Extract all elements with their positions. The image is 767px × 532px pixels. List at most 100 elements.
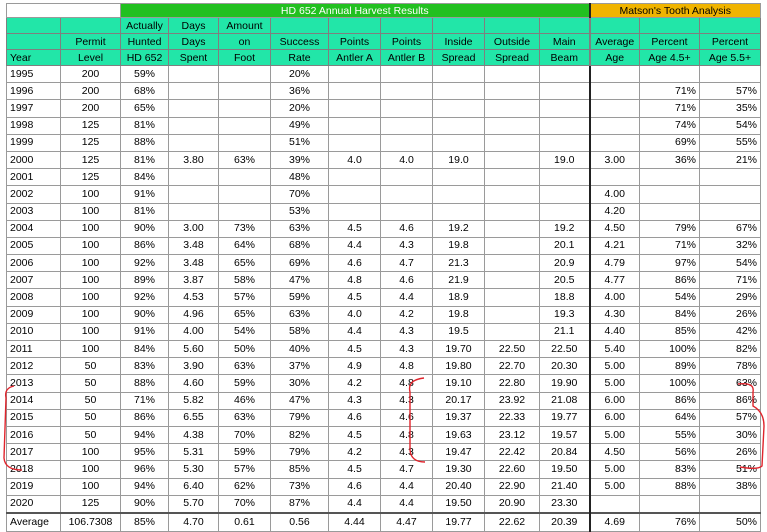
column-header-9-line-0 (484, 17, 540, 34)
cell-r3-c8 (432, 116, 485, 135)
cell-r16-c5: 40% (270, 339, 329, 359)
column-header-2-line-2: HD 652 (120, 49, 169, 66)
cell-r2-c6 (328, 99, 381, 118)
cell-r9-c10: 19.2 (539, 219, 590, 238)
column-header-11-line-2: Age (588, 49, 640, 66)
column-header-7-line-1: Points (380, 33, 433, 50)
cell-r10-c1: 100 (60, 236, 121, 256)
cell-r25-c13 (699, 494, 761, 514)
cell-r4-c7 (380, 133, 433, 152)
column-header-5-line-0 (270, 17, 329, 34)
cell-r1-c1: 200 (60, 82, 121, 101)
cell-r19-c13: 86% (699, 391, 761, 410)
cell-r11-c6: 4.6 (328, 254, 381, 273)
table-row: 2019 100 94% 6.40 62% 73% 4.6 4.4 20.40 22.90 21.4… (6, 477, 761, 496)
cell-r2-c4 (218, 99, 271, 118)
column-header-12-line-1: Percent (639, 33, 700, 50)
cell-r10-c9 (484, 236, 540, 256)
cell-r8-c7 (380, 202, 433, 221)
column-header-2-line-1: Hunted (120, 33, 169, 50)
cell-r21-c4: 70% (218, 425, 271, 445)
cell-r25-c2: 90% (120, 494, 169, 514)
cell-r17-c5: 37% (270, 357, 329, 376)
cell-r23-c13: 51% (699, 460, 761, 479)
table-row: 2007 100 89% 3.87 58% 47% 4.8 4.6 21.9 20.5 4.77 86… (6, 271, 761, 290)
cell-r14-c4: 65% (218, 305, 271, 324)
cell-r11-c7: 4.7 (380, 254, 433, 273)
table-title: HD 652 Annual Harvest Results (120, 3, 590, 18)
cell-r14-c8: 19.8 (432, 305, 485, 324)
column-header-6-line-1: Points (328, 33, 381, 50)
cell-r23-c10: 19.50 (539, 460, 590, 479)
cell-r8-c1: 100 (60, 202, 121, 221)
cell-r24-c11: 5.00 (588, 477, 640, 496)
cell-r20-c6: 4.6 (328, 408, 381, 427)
cell-r5-c11: 3.00 (588, 150, 640, 170)
cell-r7-c10 (539, 185, 590, 204)
cell-r15-c12: 85% (639, 322, 700, 342)
column-header-1-line-0 (60, 17, 121, 34)
cell-r25-c4: 70% (218, 494, 271, 514)
cell-r11-c5: 69% (270, 254, 329, 273)
cell-r5-c1: 125 (60, 150, 121, 170)
cell-r8-c6 (328, 202, 381, 221)
cell-r1-c7 (380, 82, 433, 101)
cell-r23-c12: 83% (639, 460, 700, 479)
cell-r18-c4: 59% (218, 374, 271, 393)
cell-r23-c11: 5.00 (588, 460, 640, 479)
cell-r12-c5: 47% (270, 271, 329, 290)
table-row: 2005 100 86% 3.48 64% 68% 4.4 4.3 19.8 20.1 4.21 71… (6, 236, 761, 256)
cell-r2-c2: 65% (120, 99, 169, 118)
column-header-3-line-1: Days (168, 33, 219, 50)
cell-r24-c1: 100 (60, 477, 121, 496)
cell-r22-c0: 2017 (6, 443, 61, 462)
cell-r24-c10: 21.40 (539, 477, 590, 496)
cell-r24-c12: 88% (639, 477, 700, 496)
column-header-3-line-0: Days (168, 17, 219, 34)
average-cell-3: 4.70 (168, 511, 219, 532)
title-blank-cell (6, 3, 121, 18)
column-header-4-line-1: on (218, 33, 271, 50)
cell-r1-c9 (484, 82, 540, 101)
cell-r1-c6 (328, 82, 381, 101)
cell-r6-c0: 2001 (6, 168, 61, 187)
cell-r6-c3 (168, 168, 219, 187)
cell-r7-c8 (432, 185, 485, 204)
cell-r22-c3: 5.31 (168, 443, 219, 462)
cell-r1-c13: 57% (699, 82, 761, 101)
average-cell-1: 106.7308 (60, 511, 121, 532)
cell-r21-c1: 50 (60, 425, 121, 445)
cell-r10-c12: 71% (639, 236, 700, 256)
cell-r12-c12: 86% (639, 271, 700, 290)
column-header-13-line-1: Percent (699, 33, 761, 50)
cell-r17-c1: 50 (60, 357, 121, 376)
table-row: 1997 200 65% 20% 71% 35% (6, 99, 761, 118)
cell-r11-c13: 54% (699, 254, 761, 273)
cell-r6-c5: 48% (270, 168, 329, 187)
cell-r19-c5: 47% (270, 391, 329, 410)
cell-r18-c13: 63% (699, 374, 761, 393)
header-row: Actually Days Amount (6, 17, 761, 34)
cell-r2-c5: 20% (270, 99, 329, 118)
cell-r1-c10 (539, 82, 590, 101)
cell-r20-c11: 6.00 (588, 408, 640, 427)
table-row: 2001 125 84% 48% (6, 168, 761, 187)
table-row: 1996 200 68% 36% 71% 57% (6, 82, 761, 101)
cell-r19-c1: 50 (60, 391, 121, 410)
cell-r19-c2: 71% (120, 391, 169, 410)
column-header-10-line-0 (539, 17, 590, 34)
cell-r7-c4 (218, 185, 271, 204)
cell-r22-c9: 22.42 (484, 443, 540, 462)
average-cell-0: Average (6, 511, 61, 532)
cell-r2-c8 (432, 99, 485, 118)
cell-r9-c1: 100 (60, 219, 121, 238)
cell-r17-c7: 4.8 (380, 357, 433, 376)
cell-r17-c11: 5.00 (588, 357, 640, 376)
cell-r13-c2: 92% (120, 288, 169, 307)
cell-r22-c13: 26% (699, 443, 761, 462)
cell-r22-c5: 79% (270, 443, 329, 462)
cell-r9-c9 (484, 219, 540, 238)
cell-r13-c5: 59% (270, 288, 329, 307)
cell-r3-c2: 81% (120, 116, 169, 135)
cell-r18-c3: 4.60 (168, 374, 219, 393)
